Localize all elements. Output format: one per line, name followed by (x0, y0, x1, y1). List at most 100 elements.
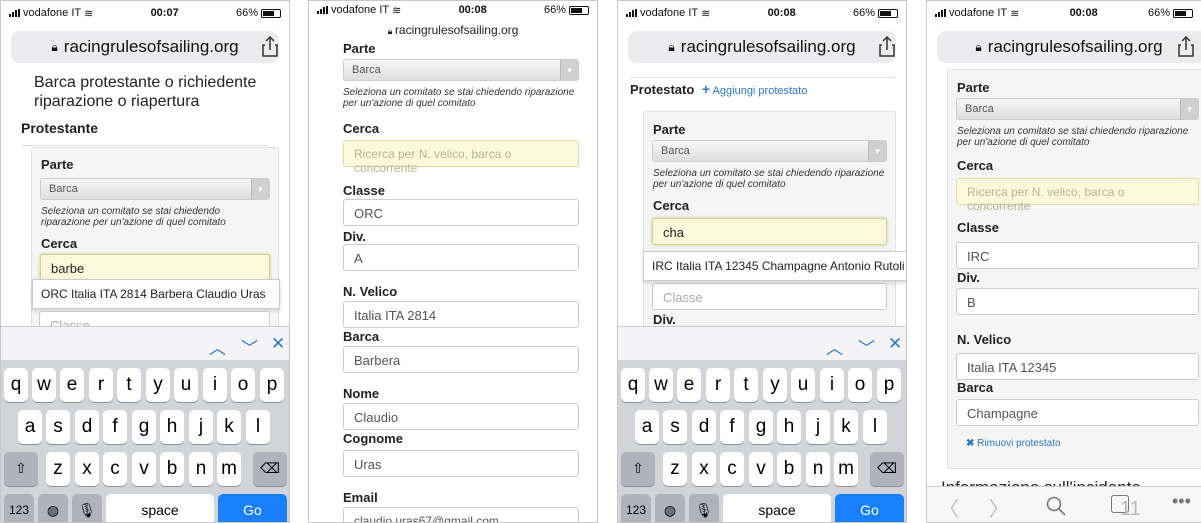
key[interactable]: h (777, 410, 801, 444)
microphone-key-icon[interactable]: 🎙︎ (72, 494, 102, 522)
search-input[interactable]: cha (652, 218, 887, 245)
div-input[interactable]: B (956, 288, 1199, 315)
key[interactable]: f (720, 410, 744, 444)
remove-protestato-link[interactable]: ✖ Rimuovi protestato (966, 438, 1061, 449)
go-key[interactable]: Go (218, 494, 287, 522)
key[interactable]: c (720, 452, 744, 486)
globe-key-icon[interactable]: ◍ (38, 494, 68, 522)
key[interactable]: m (834, 452, 858, 486)
close-icon[interactable]: ✕ (271, 334, 285, 354)
next-field-icon[interactable]: ﹀ (241, 334, 258, 359)
key[interactable]: p (877, 368, 901, 402)
classe-input[interactable]: IRC (956, 242, 1199, 269)
key[interactable]: q (621, 368, 645, 402)
space-key[interactable]: space (723, 494, 831, 522)
share-icon[interactable] (1173, 34, 1199, 60)
key[interactable]: b (777, 452, 801, 486)
div-input[interactable]: A (343, 244, 579, 271)
autocomplete-suggestion[interactable]: IRC Italia ITA 12345 Champagne Antonio R… (643, 251, 906, 281)
key[interactable]: a (18, 410, 42, 444)
key[interactable]: e (60, 368, 84, 402)
key[interactable]: y (763, 368, 787, 402)
key[interactable]: v (749, 452, 773, 486)
key[interactable]: s (46, 410, 70, 444)
forward-icon[interactable]: 〉 (989, 493, 1009, 522)
address-bar[interactable]: 🔒︎ racingrulesofsailing.org (937, 31, 1201, 63)
key[interactable]: w (649, 368, 673, 402)
key[interactable]: g (749, 410, 773, 444)
classe-input[interactable]: Classe (652, 283, 887, 310)
key[interactable]: f (103, 410, 127, 444)
key[interactable]: c (103, 452, 127, 486)
key[interactable]: q (4, 368, 28, 402)
key[interactable]: i (820, 368, 844, 402)
key[interactable]: j (189, 410, 213, 444)
share-icon[interactable] (874, 34, 900, 60)
key[interactable]: t (117, 368, 141, 402)
key[interactable]: v (132, 452, 156, 486)
nvelico-input[interactable]: Italia ITA 12345 (956, 353, 1199, 380)
tabs-button[interactable]: 11 (1111, 495, 1141, 519)
key[interactable]: d (692, 410, 716, 444)
numbers-key[interactable]: 123 (621, 494, 651, 522)
key[interactable]: h (160, 410, 184, 444)
nome-input[interactable]: Claudio (343, 403, 579, 430)
key[interactable]: z (663, 452, 687, 486)
search-input[interactable]: Ricerca per N. velico, barca o concorren… (343, 140, 579, 175)
numbers-key[interactable]: 123 (4, 494, 34, 522)
key[interactable]: d (75, 410, 99, 444)
parte-select[interactable]: Barca ▾ (652, 140, 887, 162)
autocomplete-suggestion[interactable]: ORC Italia ITA 2814 Barbera Claudio Uras (32, 279, 280, 309)
classe-input[interactable]: ORC (343, 199, 579, 226)
barca-input[interactable]: Barbera (343, 346, 579, 373)
parte-select[interactable]: Barca ▾ (40, 178, 270, 200)
key[interactable]: j (806, 410, 830, 444)
key[interactable]: x (692, 452, 716, 486)
key[interactable]: n (189, 452, 213, 486)
more-icon[interactable]: ••• (1172, 491, 1191, 512)
key[interactable]: k (217, 410, 241, 444)
key[interactable]: z (46, 452, 70, 486)
add-protestato-link[interactable]: + Aggiungi protestato (702, 81, 807, 97)
search-icon[interactable] (1045, 495, 1067, 517)
key[interactable]: y (146, 368, 170, 402)
address-bar[interactable]: 🔒︎ racingrulesofsailing.org (628, 31, 896, 63)
backspace-key-icon[interactable]: ⌫ (253, 452, 287, 486)
key[interactable]: i (203, 368, 227, 402)
key[interactable]: p (260, 368, 284, 402)
shift-key-icon[interactable]: ⇧ (621, 452, 655, 486)
search-input[interactable]: Ricerca per N. velico, barca o concorren… (956, 178, 1199, 213)
key[interactable]: x (75, 452, 99, 486)
address-bar[interactable]: 🔒︎ racingrulesofsailing.org (11, 31, 279, 63)
next-field-icon[interactable]: ﹀ (858, 334, 875, 359)
close-icon[interactable]: ✕ (888, 334, 902, 354)
previous-field-icon[interactable]: ︿ (826, 334, 843, 359)
microphone-key-icon[interactable]: 🎙︎ (689, 494, 719, 522)
key[interactable]: k (834, 410, 858, 444)
key[interactable]: w (32, 368, 56, 402)
search-input[interactable]: barbe (40, 254, 270, 281)
globe-key-icon[interactable]: ◍ (655, 494, 685, 522)
key[interactable]: g (132, 410, 156, 444)
nvelico-input[interactable]: Italia ITA 2814 (343, 301, 579, 328)
key[interactable]: u (791, 368, 815, 402)
email-input[interactable]: claudio.uras67@gmail.com (343, 507, 579, 522)
back-icon[interactable]: 〈 (939, 493, 959, 522)
space-key[interactable]: space (106, 494, 214, 522)
key[interactable]: a (635, 410, 659, 444)
key[interactable]: r (89, 368, 113, 402)
key[interactable]: m (217, 452, 241, 486)
parte-select[interactable]: Barca ▾ (343, 59, 579, 81)
key[interactable]: u (174, 368, 198, 402)
key[interactable]: s (663, 410, 687, 444)
key[interactable]: l (863, 410, 887, 444)
shift-key-icon[interactable]: ⇧ (4, 452, 38, 486)
barca-input[interactable]: Champagne (956, 399, 1199, 426)
key[interactable]: o (848, 368, 872, 402)
key[interactable]: b (160, 452, 184, 486)
go-key[interactable]: Go (835, 494, 904, 522)
cognome-input[interactable]: Uras (343, 450, 579, 477)
previous-field-icon[interactable]: ︿ (209, 334, 226, 359)
key[interactable]: n (806, 452, 830, 486)
share-icon[interactable] (257, 34, 283, 60)
